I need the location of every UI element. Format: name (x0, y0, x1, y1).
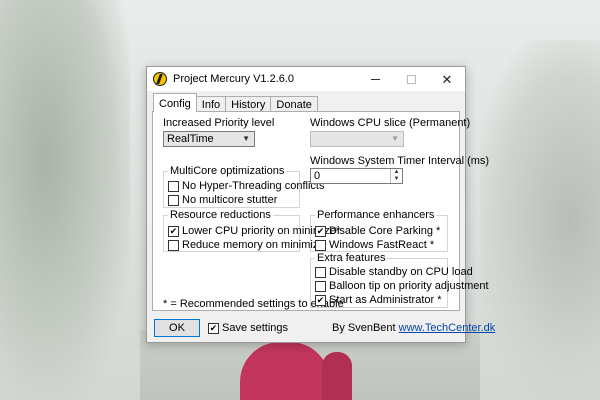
checkbox-label: Reduce memory on minimize (182, 239, 325, 251)
spinner-arrows[interactable]: ▲ ▼ (390, 169, 402, 183)
spin-down-icon[interactable]: ▼ (391, 176, 402, 183)
checkbox-box[interactable]: ✔ (168, 225, 179, 237)
window-controls: ✕ (357, 67, 465, 91)
priority-level-value: RealTime (167, 133, 214, 145)
performance-group: Performance enhancers ✔ Disable Core Par… (310, 209, 448, 252)
close-button[interactable]: ✕ (429, 67, 465, 91)
config-panel: Increased Priority level RealTime ▼ Mult… (152, 111, 489, 311)
balloon-tip-checkbox[interactable]: Balloon tip on priority adjustment (315, 280, 489, 292)
mercury-app-icon (153, 72, 167, 86)
checkbox-label: Disable standby on CPU load (329, 266, 473, 278)
window-title: Project Mercury V1.2.6.0 (173, 73, 295, 85)
extra-features-group: Extra features Disable standby on CPU lo… (310, 252, 489, 308)
author-credit: By SvenBent www.TechCenter.dk (332, 322, 495, 334)
multicore-group-title: MultiCore optimizations (168, 165, 287, 177)
title-bar[interactable]: Project Mercury V1.2.6.0 ✕ (147, 67, 465, 91)
chevron-down-icon: ▼ (242, 134, 250, 143)
no-hyperthreading-checkbox[interactable]: No Hyper-Threading conflicts (168, 180, 324, 192)
windows-fastreact-checkbox[interactable]: Windows FastReact * (315, 239, 434, 251)
background-runner-arm (322, 352, 352, 400)
save-settings-checkbox[interactable]: ✔ Save settings (208, 322, 288, 334)
priority-level-label: Increased Priority level (163, 117, 275, 129)
checkbox-box[interactable]: ✔ (208, 322, 219, 334)
start-as-admin-checkbox[interactable]: ✔ Start as Administrator * (315, 294, 442, 306)
extra-group-title: Extra features (315, 252, 388, 264)
maximize-button[interactable] (393, 67, 429, 91)
cpu-slice-select[interactable]: ▼ (310, 131, 404, 147)
performance-group-title: Performance enhancers (315, 209, 437, 221)
checkbox-box[interactable]: ✔ (315, 225, 326, 237)
app-window: Project Mercury V1.2.6.0 ✕ Config Info H… (146, 66, 495, 343)
timer-interval-label: Windows System Timer Interval (ms) (310, 155, 490, 167)
checkbox-box[interactable] (168, 239, 179, 251)
tab-strip: Config Info History Donate (153, 93, 318, 112)
resource-reductions-group: Resource reductions ✔ Lower CPU priority… (163, 209, 340, 252)
checkbox-label: Disable Core Parking * (329, 225, 441, 237)
checkbox-label: No Hyper-Threading conflicts (182, 180, 325, 192)
multicore-group: MultiCore optimizations No Hyper-Threadi… (163, 165, 324, 208)
checkbox-label: No multicore stutter (182, 194, 278, 206)
maximize-icon (406, 74, 416, 84)
reduce-memory-checkbox[interactable]: Reduce memory on minimize (168, 239, 324, 251)
checkbox-box[interactable] (315, 280, 326, 292)
checkbox-box[interactable]: ✔ (315, 294, 326, 306)
close-icon: ✕ (441, 71, 453, 87)
disable-core-parking-checkbox[interactable]: ✔ Disable Core Parking * (315, 225, 440, 237)
checkbox-box[interactable] (315, 239, 326, 251)
tab-config[interactable]: Config (153, 93, 197, 112)
disable-standby-checkbox[interactable]: Disable standby on CPU load (315, 266, 473, 278)
author-text: By SvenBent (332, 322, 396, 334)
save-settings-label: Save settings (222, 322, 289, 334)
background-trees-right (480, 40, 600, 400)
no-multicore-stutter-checkbox[interactable]: No multicore stutter (168, 194, 277, 206)
minimize-button[interactable] (357, 67, 393, 91)
spin-up-icon[interactable]: ▲ (391, 169, 402, 176)
chevron-down-icon: ▼ (391, 134, 399, 143)
checkbox-box[interactable] (315, 266, 326, 278)
checkbox-label: Balloon tip on priority adjustment (329, 280, 489, 292)
timer-interval-spinner[interactable]: 0 ▲ ▼ (310, 168, 403, 184)
checkbox-label: Windows FastReact * (329, 239, 435, 251)
minimize-icon (370, 78, 380, 80)
checkbox-label: Start as Administrator * (329, 294, 442, 306)
ok-button[interactable]: OK (154, 319, 200, 337)
background-trees-left (0, 0, 130, 400)
resource-group-title: Resource reductions (168, 209, 273, 221)
timer-interval-value: 0 (314, 170, 321, 182)
tab-info[interactable]: Info (195, 96, 227, 112)
checkbox-box[interactable] (168, 180, 179, 192)
tab-history[interactable]: History (225, 96, 272, 112)
cpu-slice-label: Windows CPU slice (Permanent) (310, 117, 471, 129)
tab-donate[interactable]: Donate (270, 96, 318, 112)
techcenter-link[interactable]: www.TechCenter.dk (399, 322, 496, 334)
priority-level-select[interactable]: RealTime ▼ (163, 131, 255, 147)
checkbox-box[interactable] (168, 194, 179, 206)
